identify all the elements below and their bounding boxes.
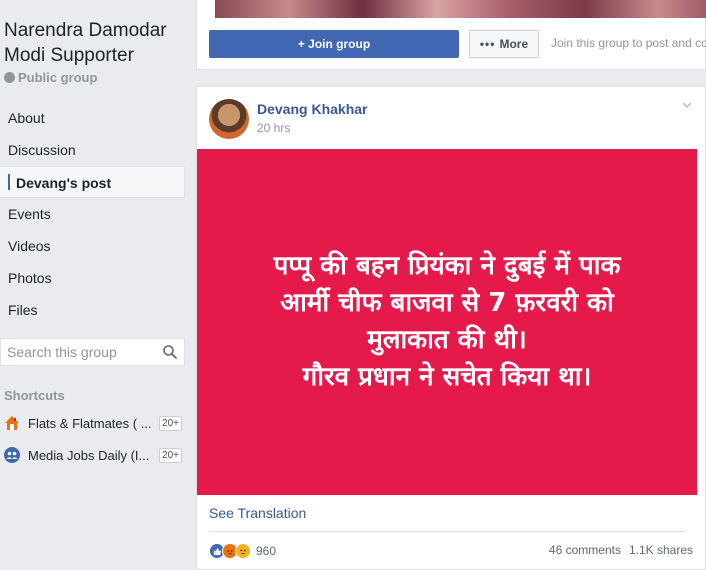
post-image-text: पप्पू की बहन प्रियंका ने दुबई में पाक आर… xyxy=(217,248,677,396)
shortcut-badge: 20+ xyxy=(159,415,182,431)
shares-count[interactable]: 1.1K shares xyxy=(629,543,693,557)
more-label: More xyxy=(499,37,529,51)
comments-count[interactable]: 46 comments xyxy=(549,543,621,557)
group-header-card: + Join group ••• More Join this group to… xyxy=(196,0,706,70)
more-button[interactable]: ••• More xyxy=(469,30,539,58)
post-image-line: गौरव प्रधान ने सचेत किया था। xyxy=(302,362,592,392)
shortcut-label: Flats & Flatmates ( ... xyxy=(28,415,152,431)
nav-item-files[interactable]: Files xyxy=(0,294,185,326)
cover-photo[interactable] xyxy=(215,0,706,18)
post-image-line: पप्पू की बहन प्रियंका ने दुबई में पाक xyxy=(273,251,621,281)
nav-item-discussion[interactable]: Discussion xyxy=(0,134,185,166)
post-image-line: आर्मी चीफ बाजवा से 7 फ़रवरी को xyxy=(280,288,614,318)
join-hint: Join this group to post and co xyxy=(551,36,706,50)
shortcut-item[interactable]: Flats & Flatmates ( ... 20+ xyxy=(4,413,182,433)
nav-item-devangs-post[interactable]: Devang's post xyxy=(0,166,185,198)
chevron-down-icon[interactable] xyxy=(681,99,693,111)
see-translation-link[interactable]: See Translation xyxy=(209,505,306,521)
shortcut-item[interactable]: Media Jobs Daily (I... 20+ xyxy=(4,445,182,465)
join-group-button[interactable]: + Join group xyxy=(209,30,459,58)
reaction-count: 960 xyxy=(256,544,277,558)
post-image[interactable]: पप्पू की बहन प्रियंका ने दुबई में पाक आर… xyxy=(197,149,697,495)
group-privacy: Public group xyxy=(4,70,97,85)
house-icon xyxy=(4,415,20,431)
group-nav: About Discussion Devang's post Events Vi… xyxy=(0,102,185,326)
sad-icon xyxy=(235,543,251,559)
more-dots-icon: ••• xyxy=(479,37,496,51)
group-icon xyxy=(4,447,20,463)
search-icon[interactable] xyxy=(162,344,178,360)
shortcuts-title: Shortcuts xyxy=(4,388,65,403)
nav-item-videos[interactable]: Videos xyxy=(0,230,185,262)
post-author[interactable]: Devang Khakhar xyxy=(257,101,367,117)
post-time[interactable]: 20 hrs xyxy=(257,121,290,135)
globe-icon xyxy=(4,72,15,83)
shortcut-badge: 20+ xyxy=(159,447,182,463)
nav-item-photos[interactable]: Photos xyxy=(0,262,185,294)
nav-item-events[interactable]: Events xyxy=(0,198,185,230)
group-privacy-label: Public group xyxy=(18,70,98,85)
post-stats: 46 comments 1.1K shares xyxy=(549,543,693,557)
avatar[interactable] xyxy=(209,99,249,139)
divider xyxy=(209,531,685,532)
post-card: Devang Khakhar 20 hrs पप्पू की बहन प्रिय… xyxy=(196,86,706,570)
group-name[interactable]: Narendra Damodar Modi Supporter xyxy=(4,18,190,68)
group-search xyxy=(0,338,185,366)
left-sidebar: Narendra Damodar Modi Supporter Public g… xyxy=(0,0,190,570)
post-image-line: मुलाकात की थी। xyxy=(367,325,527,355)
reactions-summary[interactable]: 960 xyxy=(209,543,276,559)
search-input[interactable] xyxy=(7,344,157,360)
shortcut-label: Media Jobs Daily (I... xyxy=(28,447,150,463)
nav-item-about[interactable]: About xyxy=(0,102,185,134)
